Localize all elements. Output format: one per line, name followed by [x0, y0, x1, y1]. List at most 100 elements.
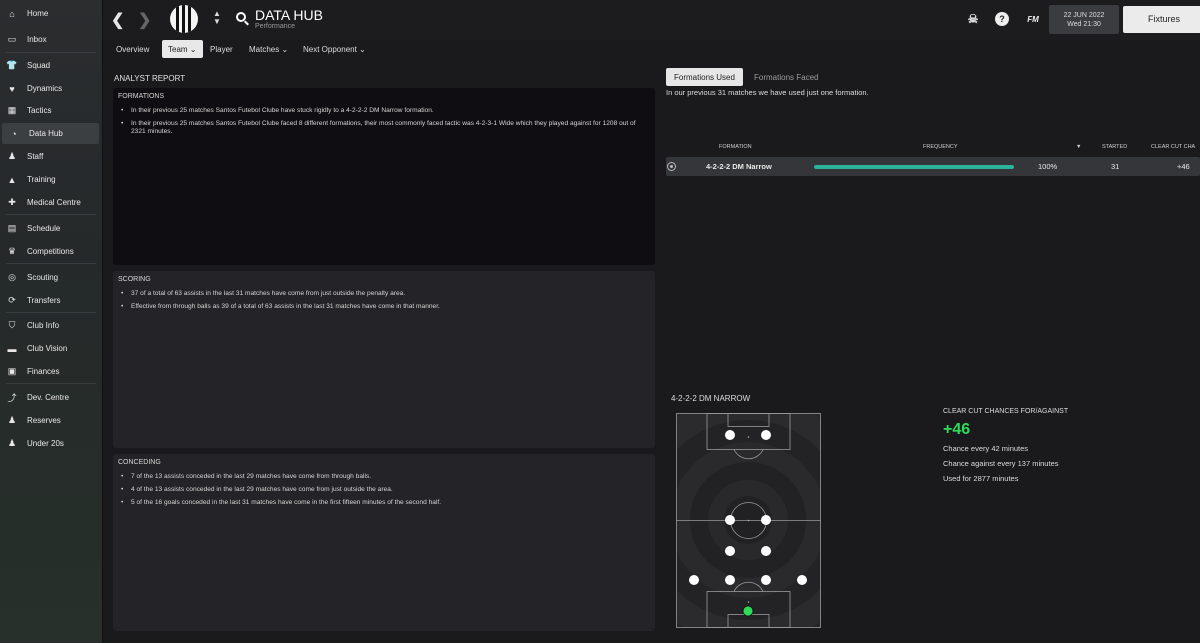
- tab-matches[interactable]: Matches ⌄: [243, 40, 294, 58]
- player-marker-defensive-mid[interactable]: [725, 546, 735, 556]
- fm-logo[interactable]: FM: [1024, 12, 1042, 26]
- staff-icon: ♟: [7, 151, 17, 161]
- medical-icon: ✚: [8, 197, 16, 207]
- tab-formations-faced[interactable]: Formations Faced: [746, 68, 826, 86]
- radio-button[interactable]: [667, 162, 676, 171]
- column-header-frequency[interactable]: FREQUENCY: [923, 144, 958, 150]
- player-marker-defender[interactable]: [689, 575, 699, 585]
- player-marker-striker[interactable]: [725, 430, 735, 440]
- sidebar-item-club-info[interactable]: ⛉ Club Info: [0, 315, 97, 336]
- scoring-panel: SCORING 37 of a total of 63 assists in t…: [113, 271, 655, 448]
- table-row[interactable]: 4-2-2-2 DM Narrow 100% 31 +46: [666, 157, 1200, 176]
- tab-formations-used[interactable]: Formations Used: [666, 68, 743, 86]
- list-item: In their previous 25 matches Santos Fute…: [121, 120, 646, 136]
- back-arrow-icon[interactable]: ❮: [111, 10, 124, 30]
- sidebar-item-schedule[interactable]: ▤ Schedule: [0, 218, 97, 239]
- frequency-cell: 100%: [1038, 162, 1058, 171]
- inbox-icon: ▭: [7, 34, 17, 44]
- forward-arrow-icon[interactable]: ❯: [138, 10, 151, 30]
- player-marker-defender[interactable]: [761, 575, 771, 585]
- formations-summary: In our previous 31 matches we have used …: [666, 88, 869, 97]
- scoring-title: SCORING: [118, 276, 151, 283]
- list-item: 4 of the 13 assists conceded in the last…: [121, 486, 646, 494]
- sidebar-item-label: Inbox: [27, 35, 47, 44]
- sidebar-item-training[interactable]: ▲ Training: [0, 169, 97, 190]
- player-marker-defender[interactable]: [725, 575, 735, 585]
- up-down-arrows-icon[interactable]: ▲ ▼: [213, 10, 221, 26]
- player-marker-striker[interactable]: [761, 430, 771, 440]
- shield-icon: ⛉: [8, 320, 16, 330]
- data-hub-icon: ◔: [11, 128, 17, 139]
- sidebar-item-finances[interactable]: ▣ Finances: [0, 361, 97, 382]
- column-header-started[interactable]: STARTED: [1102, 144, 1127, 150]
- player-marker-goalkeeper[interactable]: [742, 605, 754, 617]
- list-item: Effective from through balls as 39 of a …: [121, 303, 646, 311]
- dynamics-icon: ♥: [9, 83, 15, 94]
- search-icon[interactable]: [236, 12, 246, 22]
- sidebar-item-transfers[interactable]: ⟳ Transfers: [0, 290, 97, 311]
- sidebar-item-label: Club Vision: [27, 344, 68, 353]
- sidebar-item-under-20s[interactable]: ♟ Under 20s: [0, 433, 97, 454]
- table-header: FORMATION FREQUENCY ▼ STARTED CLEAR CUT …: [666, 140, 1200, 154]
- sidebar-item-label: Home: [27, 9, 49, 18]
- trophy-icon: ♛: [7, 246, 17, 256]
- calendar-icon: ▤: [7, 223, 17, 233]
- help-icon[interactable]: ?: [995, 12, 1009, 26]
- sidebar-item-label: Transfers: [27, 296, 61, 305]
- sidebar-item-reserves[interactable]: ♟ Reserves: [0, 410, 97, 431]
- vision-icon: ▬: [7, 343, 17, 354]
- fixtures-button[interactable]: Fixtures: [1123, 6, 1200, 33]
- sidebar-item-competitions[interactable]: ♛ Competitions: [0, 241, 97, 262]
- date-box[interactable]: 22 JUN 2022 Wed 21:30: [1049, 5, 1119, 34]
- divider: [6, 312, 96, 313]
- formation-cell: 4-2-2-2 DM Narrow: [706, 162, 772, 171]
- sidebar-item-label: Finances: [27, 367, 60, 376]
- reserves-icon: ♟: [7, 415, 17, 425]
- page-subtitle: Performance: [255, 23, 296, 30]
- sidebar-item-squad[interactable]: 👕 Squad: [0, 55, 97, 76]
- scouting-icon: ◎: [8, 272, 16, 282]
- training-icon: ▲: [7, 174, 17, 185]
- sidebar-item-home[interactable]: ⌂ Home: [0, 3, 97, 24]
- sidebar-item-inbox[interactable]: ▭ Inbox: [0, 29, 97, 50]
- sidebar-item-label: Under 20s: [27, 439, 64, 448]
- started-cell: 31: [1111, 162, 1120, 171]
- sidebar-item-tactics[interactable]: ▦ Tactics: [0, 100, 97, 121]
- tab-team[interactable]: Team ⌄: [162, 40, 203, 58]
- chance-against-text: Chance against every 137 minutes: [943, 459, 1059, 468]
- sidebar-item-club-vision[interactable]: ▬ Club Vision: [0, 338, 97, 359]
- frequency-bar: [814, 165, 1014, 169]
- sidebar-item-data-hub[interactable]: ◔ Data Hub: [2, 123, 99, 144]
- sidebar-item-label: Dev. Centre: [27, 393, 70, 402]
- column-header-clear-cut[interactable]: CLEAR CUT CHA: [1151, 144, 1195, 150]
- tactics-icon: ▦: [7, 105, 17, 115]
- sidebar-item-label: Club Info: [27, 321, 60, 330]
- formations-title: FORMATIONS: [118, 93, 165, 100]
- list-item: In their previous 25 matches Santos Fute…: [121, 107, 646, 115]
- sidebar-item-label: Training: [27, 175, 56, 184]
- skull-icon[interactable]: ☠: [966, 12, 980, 26]
- home-icon: ⌂: [9, 8, 15, 19]
- column-header-formation[interactable]: FORMATION: [719, 144, 752, 150]
- sidebar-item-staff[interactable]: ♟ Staff: [0, 146, 97, 167]
- sidebar-item-label: Competitions: [27, 247, 74, 256]
- tab-next-opponent[interactable]: Next Opponent ⌄: [297, 40, 372, 58]
- sidebar-item-dev-centre[interactable]: ⤴ Dev. Centre: [0, 387, 97, 408]
- under-20s-icon: ♟: [7, 438, 17, 448]
- sort-arrow-icon[interactable]: ▼: [1076, 144, 1081, 150]
- conceding-title: CONCEDING: [118, 459, 161, 466]
- used-for-text: Used for 2877 minutes: [943, 474, 1019, 483]
- pitch-title: 4-2-2-2 DM NARROW: [671, 394, 751, 403]
- player-marker-attacking-mid[interactable]: [725, 515, 735, 525]
- divider: [6, 263, 96, 264]
- sidebar-item-medical-centre[interactable]: ✚ Medical Centre: [0, 192, 97, 213]
- player-marker-defender[interactable]: [797, 575, 807, 585]
- player-marker-attacking-mid[interactable]: [761, 515, 771, 525]
- sidebar-item-scouting[interactable]: ◎ Scouting: [0, 267, 97, 288]
- tab-overview[interactable]: Overview: [110, 40, 155, 58]
- conceding-panel: CONCEDING 7 of the 13 assists conceded i…: [113, 454, 655, 631]
- club-crest: [170, 5, 198, 33]
- sidebar-item-dynamics[interactable]: ♥ Dynamics: [0, 78, 97, 99]
- tab-player[interactable]: Player: [204, 40, 239, 58]
- player-marker-defensive-mid[interactable]: [761, 546, 771, 556]
